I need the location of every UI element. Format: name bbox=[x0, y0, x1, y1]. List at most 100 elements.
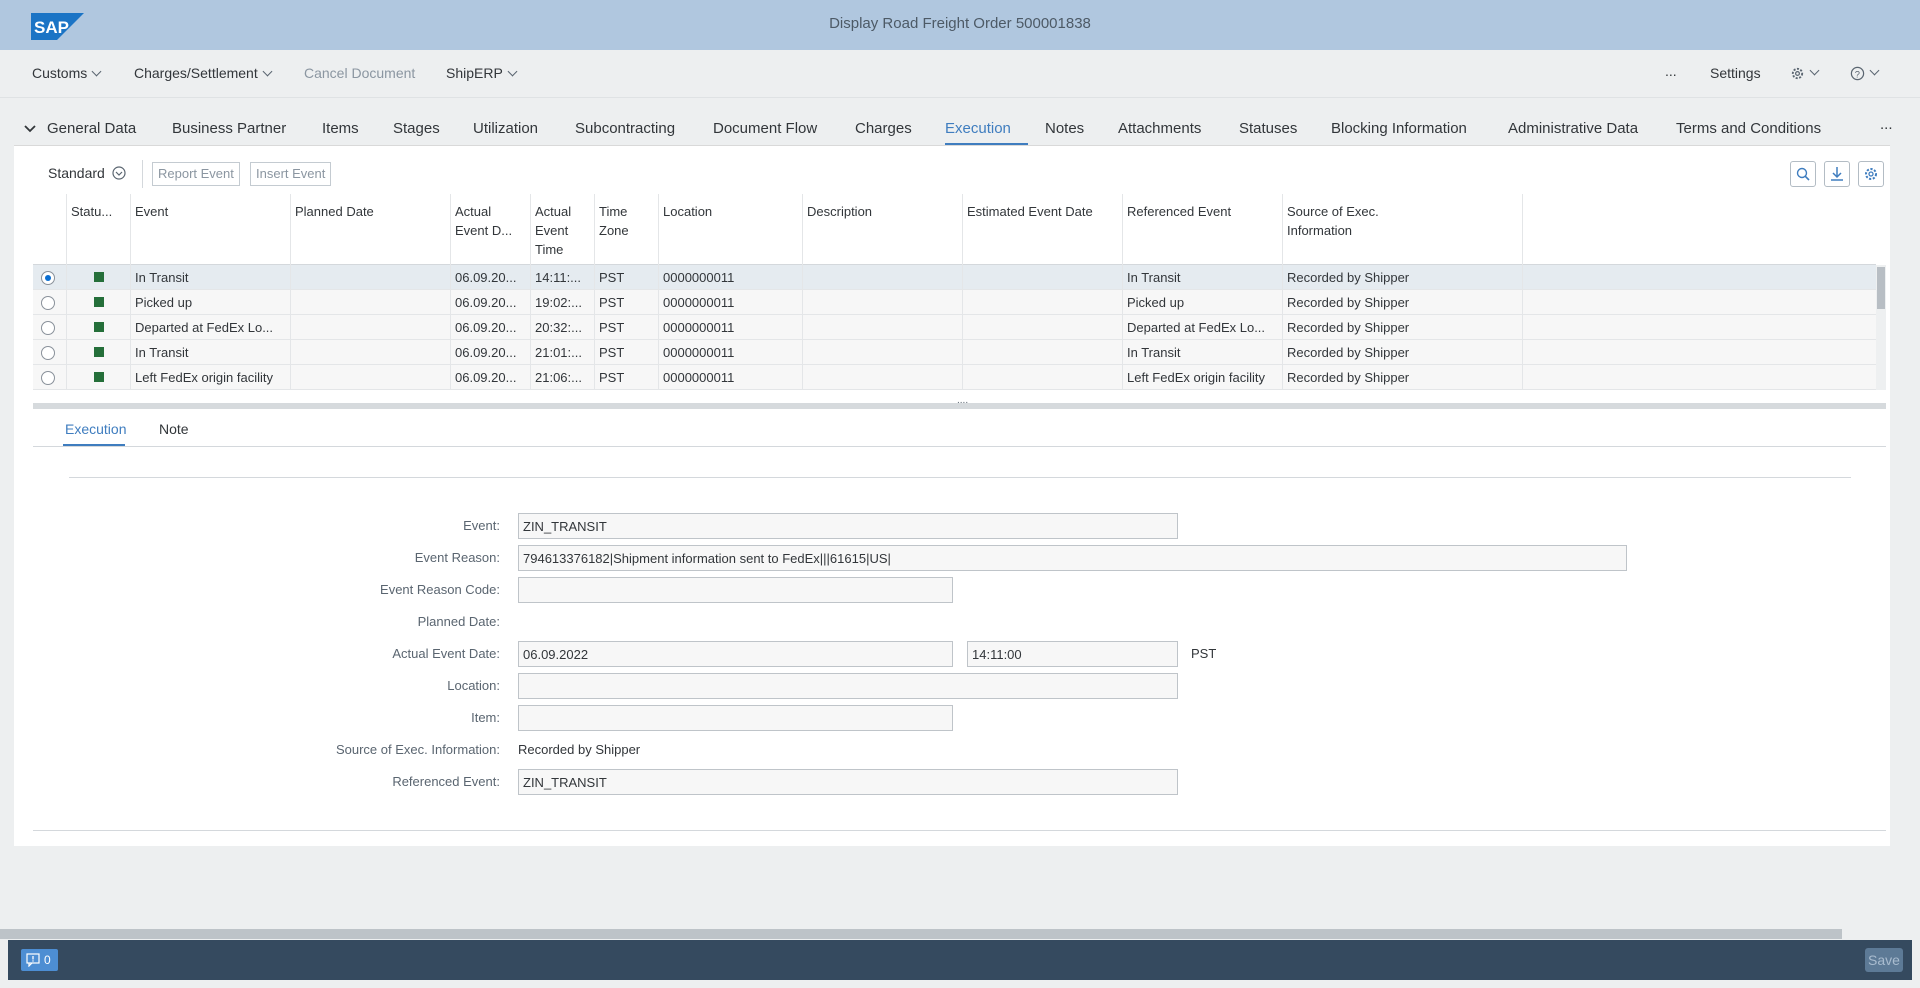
search-icon bbox=[1796, 167, 1810, 181]
shiperp-menu-button[interactable]: ShipERP bbox=[446, 65, 518, 81]
tab-administrative-data[interactable]: Administrative Data bbox=[1508, 120, 1638, 137]
cell-actual-time: 21:06:... bbox=[535, 370, 582, 385]
table-export-button[interactable] bbox=[1824, 161, 1850, 187]
column-divider bbox=[130, 194, 131, 390]
tab-notes[interactable]: Notes bbox=[1045, 120, 1084, 137]
tab-utilization[interactable]: Utilization bbox=[473, 120, 538, 137]
cell-time-zone: PST bbox=[599, 270, 625, 285]
table-row[interactable]: Picked up 06.09.20... 19:02:... PST 0000… bbox=[33, 290, 1876, 315]
tab-document-flow[interactable]: Document Flow bbox=[713, 120, 817, 137]
row-selector-radio[interactable] bbox=[41, 296, 55, 310]
cancel-document-button[interactable]: Cancel Document bbox=[304, 65, 415, 81]
cell-source: Recorded by Shipper bbox=[1287, 345, 1410, 360]
collapse-header-chevron-icon[interactable] bbox=[24, 124, 36, 134]
cell-source: Recorded by Shipper bbox=[1287, 320, 1410, 335]
column-header-actual-event-time[interactable]: Actual Event Time bbox=[535, 202, 587, 259]
table-row[interactable]: In Transit 06.09.20... 21:01:... PST 000… bbox=[33, 340, 1876, 365]
splitter-grip[interactable]: .... bbox=[957, 395, 968, 406]
table-row[interactable]: Left FedEx origin facility 06.09.20... 2… bbox=[33, 365, 1876, 390]
column-header-time-zone[interactable]: Time Zone bbox=[599, 202, 649, 240]
column-divider bbox=[530, 194, 531, 390]
location-field[interactable] bbox=[518, 673, 1178, 699]
cell-actual-date: 06.09.20... bbox=[455, 345, 517, 360]
status-indicator-green bbox=[94, 347, 104, 357]
table-row[interactable]: Departed at FedEx Lo... 06.09.20... 20:3… bbox=[33, 315, 1876, 340]
page-scrollbar[interactable] bbox=[0, 929, 1920, 939]
item-field[interactable] bbox=[518, 705, 953, 731]
table-row[interactable]: In Transit 06.09.20... 14:11:... PST 000… bbox=[33, 265, 1876, 290]
cell-location: 0000000011 bbox=[663, 295, 735, 310]
actual-event-time-field[interactable]: 14:11:00 bbox=[967, 641, 1178, 667]
message-popover-icon bbox=[26, 953, 40, 967]
tab-stages[interactable]: Stages bbox=[393, 120, 440, 137]
messages-button[interactable]: 0 bbox=[21, 949, 58, 971]
source-value: Recorded by Shipper bbox=[518, 742, 641, 757]
table-scrollbar[interactable] bbox=[1876, 265, 1886, 390]
insert-event-button[interactable]: Insert Event bbox=[250, 162, 332, 186]
row-selector-radio[interactable] bbox=[41, 271, 55, 285]
column-header-estimated-event-date[interactable]: Estimated Event Date bbox=[967, 202, 1093, 221]
settings-button[interactable]: Settings bbox=[1710, 65, 1761, 81]
charges-settlement-menu-button[interactable]: Charges/Settlement bbox=[134, 65, 273, 81]
row-selector-radio[interactable] bbox=[41, 346, 55, 360]
column-header-planned-date[interactable]: Planned Date bbox=[295, 202, 374, 221]
shell-bar: SAP Display Road Freight Order 500001838 bbox=[0, 0, 1920, 50]
chevron-down-icon bbox=[507, 66, 518, 77]
location-label: Location: bbox=[447, 678, 500, 693]
customs-menu-button[interactable]: Customs bbox=[32, 65, 102, 81]
column-divider bbox=[802, 194, 803, 390]
save-button[interactable]: Save bbox=[1865, 948, 1903, 972]
column-header-actual-event-date[interactable]: Actual Event D... bbox=[455, 202, 523, 240]
referenced-event-field[interactable]: ZIN_TRANSIT bbox=[518, 769, 1178, 795]
cell-source: Recorded by Shipper bbox=[1287, 370, 1410, 385]
more-actions-button[interactable]: ... bbox=[1665, 63, 1677, 79]
customs-label: Customs bbox=[32, 65, 88, 81]
actual-event-time-zone: PST bbox=[1191, 646, 1217, 661]
tab-business-partner[interactable]: Business Partner bbox=[172, 120, 286, 137]
chevron-down-icon bbox=[1809, 65, 1820, 76]
column-divider bbox=[962, 194, 963, 390]
scrollbar-thumb[interactable] bbox=[1877, 267, 1885, 309]
tab-blocking-information[interactable]: Blocking Information bbox=[1331, 120, 1467, 137]
column-header-status[interactable]: Statu... bbox=[71, 202, 119, 221]
tab-attachments[interactable]: Attachments bbox=[1118, 120, 1201, 137]
column-header-source[interactable]: Source of Exec. Information bbox=[1287, 202, 1407, 240]
column-divider bbox=[290, 194, 291, 390]
tab-charges[interactable]: Charges bbox=[855, 120, 912, 137]
form-bottom-divider bbox=[33, 830, 1886, 831]
tab-terms-and-conditions[interactable]: Terms and Conditions bbox=[1676, 120, 1821, 137]
tab-items[interactable]: Items bbox=[322, 120, 359, 137]
toolbar-separator bbox=[142, 160, 143, 188]
pane-splitter[interactable]: .... bbox=[33, 395, 1886, 409]
page-scrollbar-thumb[interactable] bbox=[0, 929, 1842, 939]
status-indicator-green bbox=[94, 372, 104, 382]
tab-subcontracting[interactable]: Subcontracting bbox=[575, 120, 675, 137]
tab-statuses[interactable]: Statuses bbox=[1239, 120, 1297, 137]
column-header-description[interactable]: Description bbox=[807, 202, 872, 221]
report-event-button[interactable]: Report Event bbox=[152, 162, 240, 186]
event-field[interactable]: ZIN_TRANSIT bbox=[518, 513, 1178, 539]
table-search-button[interactable] bbox=[1790, 161, 1816, 187]
help-icon: ? bbox=[1850, 66, 1865, 80]
column-header-referenced-event[interactable]: Referenced Event bbox=[1127, 202, 1231, 221]
shiperp-label: ShipERP bbox=[446, 65, 503, 81]
variant-selector[interactable]: Standard bbox=[48, 165, 126, 181]
event-reason-field[interactable]: 794613376182|Shipment information sent t… bbox=[518, 545, 1627, 571]
column-header-location[interactable]: Location bbox=[663, 202, 712, 221]
tab-general-data[interactable]: General Data bbox=[47, 120, 136, 137]
subtab-execution[interactable]: Execution bbox=[65, 421, 126, 437]
subtab-note[interactable]: Note bbox=[159, 421, 189, 437]
event-reason-code-field[interactable] bbox=[518, 577, 953, 603]
cell-source: Recorded by Shipper bbox=[1287, 295, 1410, 310]
row-selector-radio[interactable] bbox=[41, 321, 55, 335]
row-selector-radio[interactable] bbox=[41, 371, 55, 385]
help-menu-button[interactable]: ? bbox=[1850, 64, 1880, 81]
actual-event-date-field[interactable]: 06.09.2022 bbox=[518, 641, 953, 667]
column-header-event[interactable]: Event bbox=[135, 202, 168, 221]
subtab-divider bbox=[33, 446, 1886, 447]
svg-text:?: ? bbox=[1855, 69, 1860, 79]
table-settings-button[interactable] bbox=[1858, 161, 1884, 187]
gear-menu-button[interactable] bbox=[1790, 64, 1820, 81]
tab-execution[interactable]: Execution bbox=[945, 120, 1011, 137]
more-tabs-button[interactable]: ... bbox=[1880, 116, 1893, 133]
